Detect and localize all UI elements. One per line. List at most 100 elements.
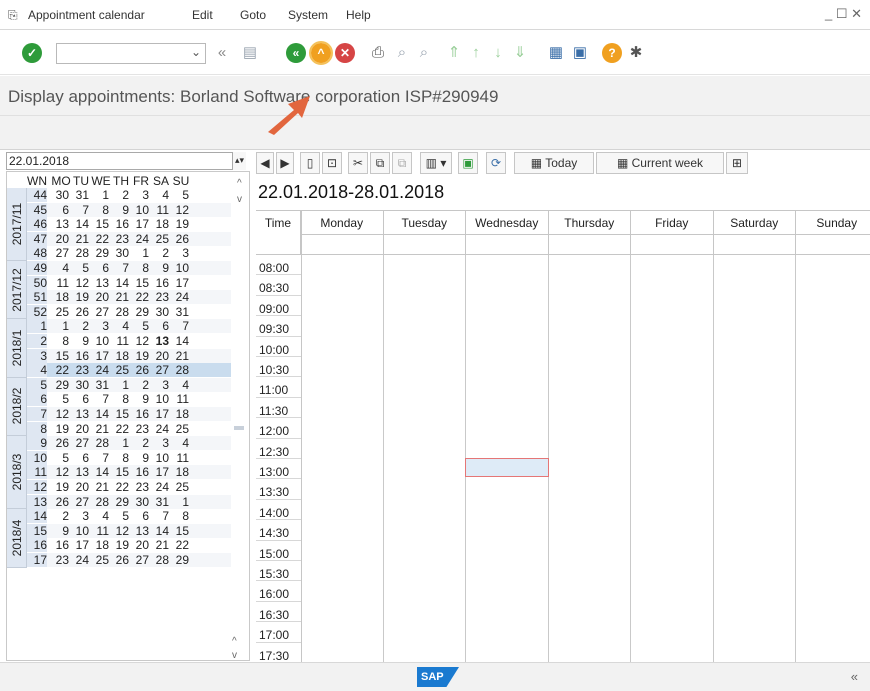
collapse-icon[interactable]: « (851, 669, 858, 684)
calendar-day[interactable]: 27 (71, 495, 89, 509)
calendar-day[interactable]: 19 (71, 290, 89, 304)
paste-icon[interactable]: ⧉ (392, 152, 412, 174)
calendar-day[interactable]: 19 (51, 480, 69, 494)
calendar-day[interactable]: 5 (51, 451, 69, 465)
overview-icon[interactable]: ⊞ (726, 152, 748, 174)
calendar-day[interactable]: 31 (151, 495, 169, 509)
today-button[interactable]: ▦ Today (514, 152, 594, 174)
calendar-day[interactable]: 8 (91, 203, 109, 217)
command-field[interactable]: ⌄ (56, 43, 206, 64)
calendar-day[interactable]: 4 (151, 188, 169, 202)
calendar-day[interactable]: 13 (71, 407, 89, 421)
day-column[interactable] (631, 255, 714, 662)
first-page-icon[interactable]: ⇑ (444, 43, 464, 63)
menu-appointment-calendar[interactable]: Appointment calendar (28, 8, 145, 22)
calendar-day[interactable]: 26 (51, 495, 69, 509)
calendar-day[interactable]: 10 (171, 261, 189, 275)
calendar-day[interactable]: 9 (71, 334, 89, 348)
calendar-week-row[interactable]: 4 22 23 24 25 26 27 28 (27, 363, 231, 378)
current-week-button[interactable]: ▦ Current week (596, 152, 724, 174)
calendar-day[interactable]: 20 (91, 290, 109, 304)
export-icon[interactable]: ▣ (458, 152, 478, 174)
calendar-week-row[interactable]: 51 18 19 20 21 22 23 24 (27, 290, 231, 305)
calendar-day[interactable]: 13 (51, 217, 69, 231)
calendar-day[interactable]: 16 (71, 349, 89, 363)
settings-gear-icon[interactable]: ✱ (626, 43, 646, 63)
calendar-day[interactable]: 11 (151, 203, 169, 217)
calendar-day[interactable]: 17 (71, 538, 89, 552)
calendar-day[interactable]: 29 (111, 495, 129, 509)
calendar-day[interactable]: 25 (171, 422, 189, 436)
calendar-day[interactable]: 27 (131, 553, 149, 567)
calendar-day[interactable]: 1 (111, 436, 129, 450)
date-spinner-icon[interactable]: ▴▾ (232, 152, 246, 170)
calendar-week-row[interactable]: 44 30 31 1 2 3 4 5 (27, 188, 231, 202)
calendar-day[interactable]: 12 (51, 407, 69, 421)
calendar-day[interactable]: 30 (71, 378, 89, 392)
calendar-day[interactable]: 6 (71, 451, 89, 465)
calendar-day[interactable]: 6 (71, 392, 89, 406)
calendar-day[interactable]: 7 (91, 451, 109, 465)
calendar-day[interactable]: 14 (91, 465, 109, 479)
find-next-icon[interactable]: ⌕ (414, 43, 434, 63)
calendar-day[interactable]: 2 (111, 188, 129, 202)
calendar-day[interactable]: 20 (151, 349, 169, 363)
calendar-day[interactable]: 23 (131, 480, 149, 494)
calendar-day[interactable]: 15 (91, 217, 109, 231)
day-column[interactable] (301, 255, 384, 662)
exit-icon[interactable]: ^ (309, 41, 333, 65)
day-column[interactable] (384, 255, 466, 662)
calendar-day[interactable]: 7 (91, 392, 109, 406)
calendar-day[interactable]: 11 (91, 524, 109, 538)
calendar-day[interactable]: 15 (131, 276, 149, 290)
calendar-day[interactable]: 18 (111, 349, 129, 363)
calendar-day[interactable]: 18 (171, 407, 189, 421)
calendar-week-row[interactable]: 49 4 5 6 7 8 9 10 (27, 261, 231, 275)
calendar-day[interactable]: 19 (51, 422, 69, 436)
calendar-day[interactable]: 26 (51, 436, 69, 450)
calendar-day[interactable]: 17 (151, 407, 169, 421)
calendar-day[interactable]: 8 (51, 334, 69, 348)
calendar-day[interactable]: 21 (171, 349, 189, 363)
calendar-day[interactable]: 29 (91, 246, 109, 260)
calendar-day[interactable]: 18 (171, 465, 189, 479)
calendar-day[interactable]: 4 (171, 378, 189, 392)
calendar-week-row[interactable]: 16 16 17 18 19 20 21 22 (27, 538, 231, 553)
calendar-day[interactable]: 11 (171, 451, 189, 465)
calendar-week-row[interactable]: 48 27 28 29 30 1 2 3 (27, 246, 231, 261)
calendar-week-row[interactable]: 11 12 13 14 15 16 17 18 (27, 465, 231, 480)
calendar-day[interactable]: 22 (111, 480, 129, 494)
calendar-day[interactable]: 25 (151, 232, 169, 246)
calendar-day[interactable]: 27 (71, 436, 89, 450)
calendar-day[interactable]: 15 (111, 407, 129, 421)
calendar-week-row[interactable]: 46 13 14 15 16 17 18 19 (27, 217, 231, 232)
calendar-day[interactable]: 31 (91, 378, 109, 392)
calendar-day[interactable]: 25 (51, 305, 69, 319)
calendar-day[interactable]: 14 (151, 524, 169, 538)
save-icon[interactable]: ▤ (240, 43, 260, 63)
calendar-day[interactable]: 12 (131, 334, 149, 348)
calendar-day[interactable]: 27 (151, 363, 169, 377)
calendar-day[interactable]: 28 (91, 436, 109, 450)
calendar-day[interactable]: 24 (151, 422, 169, 436)
previous-page-icon[interactable]: ↑ (466, 43, 486, 63)
calendar-day[interactable]: 13 (131, 524, 149, 538)
double-chevron-left-icon[interactable]: « (212, 43, 232, 63)
calendar-day[interactable]: 21 (111, 290, 129, 304)
calendar-day[interactable]: 12 (71, 276, 89, 290)
calendar-day[interactable]: 31 (71, 188, 89, 202)
calendar-day[interactable]: 21 (91, 480, 109, 494)
display-icon[interactable]: ⊡ (322, 152, 342, 174)
calendar-day[interactable]: 5 (131, 319, 149, 333)
calendar-day[interactable]: 14 (91, 407, 109, 421)
calendar-day[interactable]: 22 (131, 290, 149, 304)
calendar-day[interactable]: 23 (111, 232, 129, 246)
next-page-icon[interactable]: ↓ (488, 43, 508, 63)
calendar-day[interactable]: 10 (151, 451, 169, 465)
create-session-icon[interactable]: ▦ (546, 43, 566, 63)
calendar-day[interactable]: 5 (71, 261, 89, 275)
calendar-day[interactable]: 8 (171, 509, 189, 523)
day-column[interactable] (796, 255, 870, 662)
calendar-day[interactable]: 13 (151, 334, 169, 348)
day-column[interactable] (549, 255, 631, 662)
